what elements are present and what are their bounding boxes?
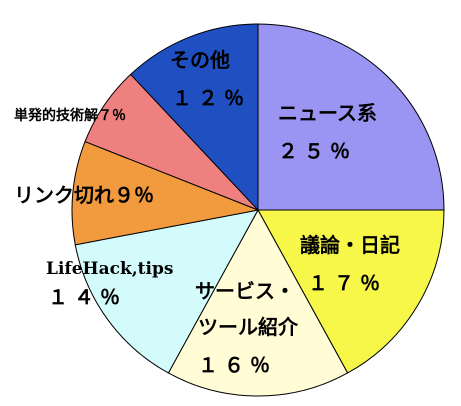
label-other-value: １２％ [172, 86, 250, 110]
label-news-name: ニュース系 [278, 101, 377, 125]
pie-chart: ニュース系 ２５％ 議論・日記 １７％ サービス・ ツール紹介 １６％ Life… [14, 23, 445, 397]
label-service-name-1: サービス・ [195, 279, 295, 303]
label-service-value: １６％ [198, 353, 276, 377]
label-service-name-2: ツール紹介 [198, 315, 299, 339]
label-discussion-name: 議論・日記 [300, 233, 400, 257]
label-tech: 単発的技術解７％ [14, 107, 126, 124]
label-discussion-value: １７％ [308, 271, 386, 295]
label-other-name: その他 [170, 48, 230, 72]
label-lifehack-name: LifeHack,tips [46, 259, 173, 279]
label-news-value: ２５％ [278, 139, 356, 163]
label-broken-link: リンク切れ９％ [14, 183, 154, 207]
label-lifehack-value: １４％ [48, 285, 126, 309]
pie-slices [71, 23, 445, 397]
